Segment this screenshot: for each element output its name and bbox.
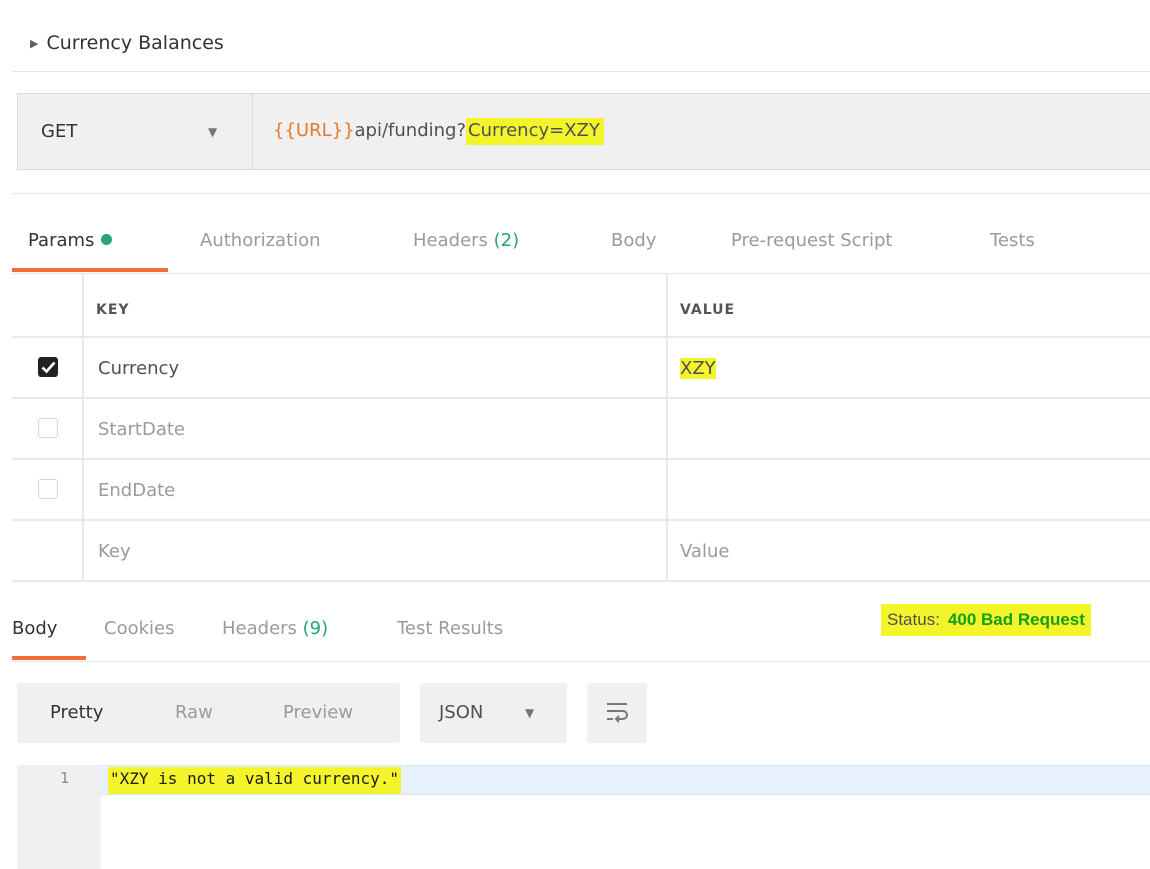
response-tab-headers[interactable]: Headers (9) [222,618,328,639]
value-column-header: VALUE [680,302,736,318]
headers-count: (2) [493,230,520,251]
wrap-lines-button[interactable] [587,683,647,743]
response-tab-body[interactable]: Body [12,618,57,639]
raw-button[interactable]: Raw [175,702,213,723]
response-tab-cookies[interactable]: Cookies [104,618,174,639]
new-key-placeholder[interactable]: Key [98,541,131,562]
check-icon [41,361,56,374]
param-key[interactable]: Currency [98,358,179,379]
url-path: api/funding? [354,120,467,141]
collection-header[interactable]: ▶ Currency Balances [30,28,224,58]
active-tab-indicator [12,268,168,272]
tab-headers[interactable]: Headers (2) [413,230,519,251]
collection-title: Currency Balances [46,32,224,54]
params-active-dot [101,234,113,245]
param-key[interactable]: EndDate [98,480,175,501]
chevron-down-icon: ▼ [525,706,535,720]
chevron-down-icon: ▼ [208,125,218,139]
line-number: 1 [60,769,70,787]
status-label: Status: [887,610,940,629]
url-input[interactable]: {{URL}}api/funding? Currency=XZY [273,118,604,145]
url-variable: {{URL}} [273,120,355,141]
table-header-row: KEY VALUE [12,274,1150,338]
key-column-header: KEY [96,302,130,318]
tab-params-label: Params [28,230,95,251]
view-mode-group: Pretty Raw Preview [17,683,400,743]
row-checkbox[interactable] [38,357,58,377]
method-label: GET [41,121,78,142]
response-body-line[interactable]: "XZY is not a valid currency." [108,767,401,794]
row-checkbox[interactable] [38,418,58,438]
divider [12,193,1150,194]
response-headers-label: Headers [222,618,297,639]
tab-headers-label: Headers [413,230,488,251]
table-row-new: Key Value [12,521,1150,582]
wrap-lines-icon [607,703,628,723]
pretty-button[interactable]: Pretty [50,702,103,723]
editor-gutter [17,765,101,869]
divider [12,661,1150,662]
method-select[interactable]: GET ▼ [18,94,253,169]
caret-right-icon[interactable]: ▶ [30,37,38,50]
preview-button[interactable]: Preview [283,702,353,723]
row-checkbox[interactable] [38,479,58,499]
tab-tests[interactable]: Tests [990,230,1035,251]
divider [12,71,1150,72]
url-query: Currency=XZY [466,118,604,145]
tab-authorization[interactable]: Authorization [200,230,321,251]
status-value: 400 Bad Request [947,610,1085,629]
tab-params[interactable]: Params [28,230,113,251]
param-key[interactable]: StartDate [98,419,185,440]
format-label: JSON [439,702,484,723]
response-headers-count: (9) [302,618,329,639]
param-value[interactable]: XZY [680,358,716,379]
tab-body[interactable]: Body [611,230,656,251]
tab-pre-request-script[interactable]: Pre-request Script [731,230,892,251]
table-row: Currency XZY [12,338,1150,399]
format-select[interactable]: JSON ▼ [420,683,567,743]
request-bar: GET ▼ {{URL}}api/funding? Currency=XZY [17,93,1150,170]
active-tab-indicator [12,656,86,660]
status-badge: Status: 400 Bad Request [881,604,1091,636]
new-value-placeholder[interactable]: Value [680,541,729,562]
table-row: StartDate [12,399,1150,460]
response-tab-test-results[interactable]: Test Results [397,618,503,639]
table-row: EndDate [12,460,1150,521]
params-table: KEY VALUE Currency XZY StartDate EndDate… [12,274,1150,582]
